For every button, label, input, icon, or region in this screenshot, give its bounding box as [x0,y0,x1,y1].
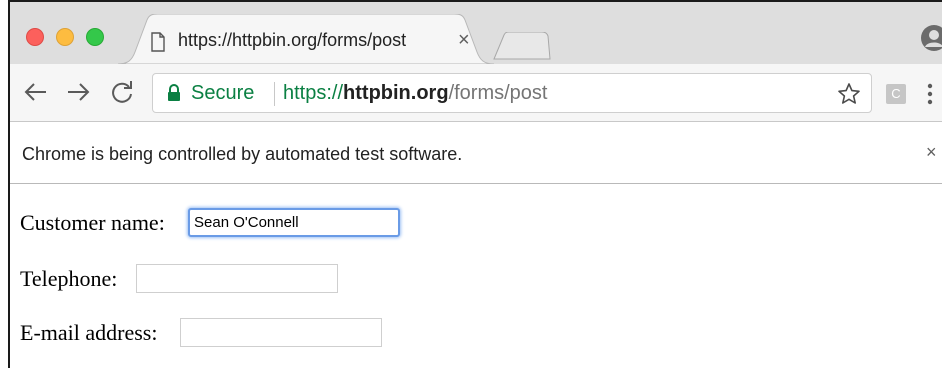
person-icon[interactable] [920,24,942,52]
email-label: E-mail address: [20,320,158,345]
window-zoom-button[interactable] [86,28,104,46]
lock-icon[interactable] [167,84,181,102]
page-content: Customer name: Telephone: E-mail address… [10,184,942,368]
vertical-dots-icon[interactable] [926,82,934,106]
customer-name-input[interactable] [188,208,400,237]
window-close-button[interactable] [26,28,44,46]
window-minimize-button[interactable] [56,28,74,46]
url-path: /forms/post [448,82,548,104]
tab-close-icon[interactable]: × [458,28,470,52]
url-text[interactable]: https://httpbin.org/forms/post [283,82,547,105]
email-input[interactable] [180,318,382,347]
url-host: httpbin.org [343,82,449,104]
address-divider [274,82,275,106]
reload-icon[interactable] [108,78,136,106]
browser-window: https://httpbin.org/forms/post × Secure … [8,0,942,368]
tab-title: https://httpbin.org/forms/post [178,30,407,50]
document-icon [151,32,165,52]
infobar-message: Chrome is being controlled by automated … [22,144,463,164]
browser-toolbar: Secure https://httpbin.org/forms/post C [10,64,942,122]
address-bar[interactable]: Secure https://httpbin.org/forms/post [152,73,872,113]
tab-active[interactable]: https://httpbin.org/forms/post × [118,14,494,64]
telephone-label: Telephone: [20,266,118,291]
star-icon[interactable] [837,82,861,106]
extension-icon[interactable]: C [886,84,906,104]
infobar-close-icon[interactable]: × [926,142,937,163]
arrow-right-icon[interactable] [64,78,92,106]
tab-strip: https://httpbin.org/forms/post × [10,2,942,64]
arrow-left-icon[interactable] [22,78,50,106]
security-label[interactable]: Secure [191,82,254,105]
automation-infobar: Chrome is being controlled by automated … [10,122,942,184]
url-scheme: https:// [283,82,344,104]
new-tab-button[interactable] [490,32,552,60]
customer-name-label: Customer name: [20,210,165,235]
telephone-input[interactable] [136,264,338,293]
